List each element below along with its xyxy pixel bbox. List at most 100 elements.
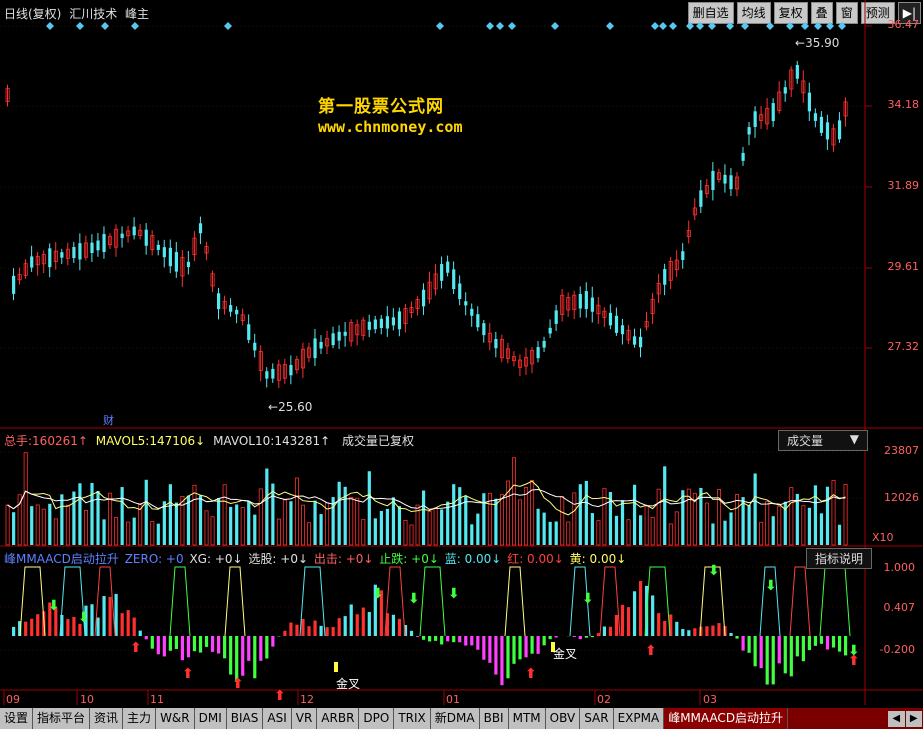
candle-body [102,234,106,252]
indicator-name[interactable]: 峰MMAACD启动拉升 [4,552,119,566]
indicator-bar [518,636,522,660]
indicator-bar [711,625,715,636]
volume-bar [78,483,82,545]
tab-item[interactable]: TRIX [394,708,431,729]
chart-canvas[interactable]: ⬇⬇⬇ ⬇ ⬇ ⬇⬇⬇⬇⬆⬆⬆⬆⬆⬆⬆ [0,0,923,708]
indicator-bar [831,636,836,648]
volume-bar [41,508,46,546]
candle-body [156,244,160,250]
indicator-bar [458,636,462,643]
tab-item[interactable]: SAR [580,708,614,729]
tab-item[interactable]: BIAS [226,708,264,729]
date-label: 12 [300,693,314,706]
volume-bar [235,504,239,545]
tab-item[interactable]: BBI [479,708,509,729]
volume-bar [729,512,733,545]
signal-diamond [551,22,559,30]
indicator-bar [66,619,70,636]
signal-diamond [496,22,504,30]
volume-bar [367,471,371,545]
scroll-right-icon[interactable]: ▶ [905,711,922,727]
signal-diamond [669,22,677,30]
indicator-bar [223,636,227,659]
buy-arrow: ⬆ [848,653,860,669]
volume-bar [162,501,166,545]
indicator-bar [548,636,552,640]
tab-item[interactable]: ARBR [317,708,360,729]
indicator-bar [295,624,299,636]
indicator-bar [512,636,516,664]
buy-arrow: ⬆ [130,640,142,656]
tab-item[interactable]: OBV [545,708,581,729]
tab-item[interactable]: W&R [156,708,195,729]
signal-diamond [76,22,84,30]
volume-bar [349,496,354,546]
candle-body [337,331,341,341]
indicator-bar [30,618,34,636]
tab-item[interactable]: 指标平台 [33,708,91,729]
volume-unit: X10 [872,531,894,544]
indicator-line [224,566,246,637]
candle-body [494,338,498,349]
volume-bar [584,480,588,545]
volume-bar [566,521,571,546]
tab-item[interactable]: DPO [359,708,395,729]
tab-item[interactable]: 资讯 [90,708,124,729]
tab-item[interactable]: 峰MMAACD启动拉升 [664,708,789,729]
volume-bar [120,487,124,545]
volume-bar [126,521,131,546]
scroll-left-icon[interactable]: ◀ [888,711,905,727]
volume-select-button[interactable]: 成交量 ▼ [778,430,868,451]
volume-bar [247,500,251,545]
volume-bar [825,486,830,545]
volume-bar [282,499,287,546]
volume-bar [300,504,305,546]
indicator-bar [96,617,100,636]
price-axis-label: 29.61 [887,260,920,273]
candle-body [289,365,293,376]
candle-body [446,261,450,273]
indicator-bar [229,636,233,675]
tab-item[interactable]: MTM [508,708,546,729]
indicator-bar [494,636,498,675]
tab-item[interactable]: VR [291,708,318,729]
indicator-bar [651,595,655,636]
signal-diamond [101,22,109,30]
indicator-bar [657,613,661,636]
indicator-bar [596,633,600,636]
indicator-bar [524,636,528,658]
tab-item[interactable]: 主力 [123,708,157,729]
tab-item[interactable]: EXPMA [613,708,665,729]
candle-body [313,338,317,359]
signal-diamond [686,22,694,30]
indicator-bar [675,621,679,636]
volume-bar [626,519,631,546]
indicator-bar [174,636,178,649]
indicator-bar [271,636,275,647]
volume-bar [819,513,824,545]
indicator-bar [259,636,263,661]
volume-bar [440,509,444,545]
indicator-help-button[interactable]: 指标说明 [806,548,873,569]
tab-item[interactable]: 设置 [0,708,34,729]
tab-item[interactable]: 新DMA [430,708,480,729]
indicator-bar [415,636,420,637]
tab-item[interactable]: DMI [194,708,227,729]
tab-item[interactable]: ASI [263,708,292,729]
volume-bar [747,505,751,545]
indicator-bar [632,591,637,636]
sell-arrow: ⬇ [78,610,90,626]
finance-marker[interactable]: 财 [103,412,114,428]
signal-diamond [659,22,667,30]
indicator-xuangu: 选股: +0↓ [248,552,309,566]
indicator-bar [777,636,781,664]
volume-bar [735,494,740,546]
indicator-bar [265,636,269,659]
low-annotation: ←25.60 [268,400,313,414]
volume-select-label: 成交量 [787,434,824,448]
indicator-bar [421,636,426,640]
indicator-bar [126,610,130,636]
volume-bar [476,513,480,545]
indicator-line [169,566,191,637]
candle-body [12,275,16,294]
